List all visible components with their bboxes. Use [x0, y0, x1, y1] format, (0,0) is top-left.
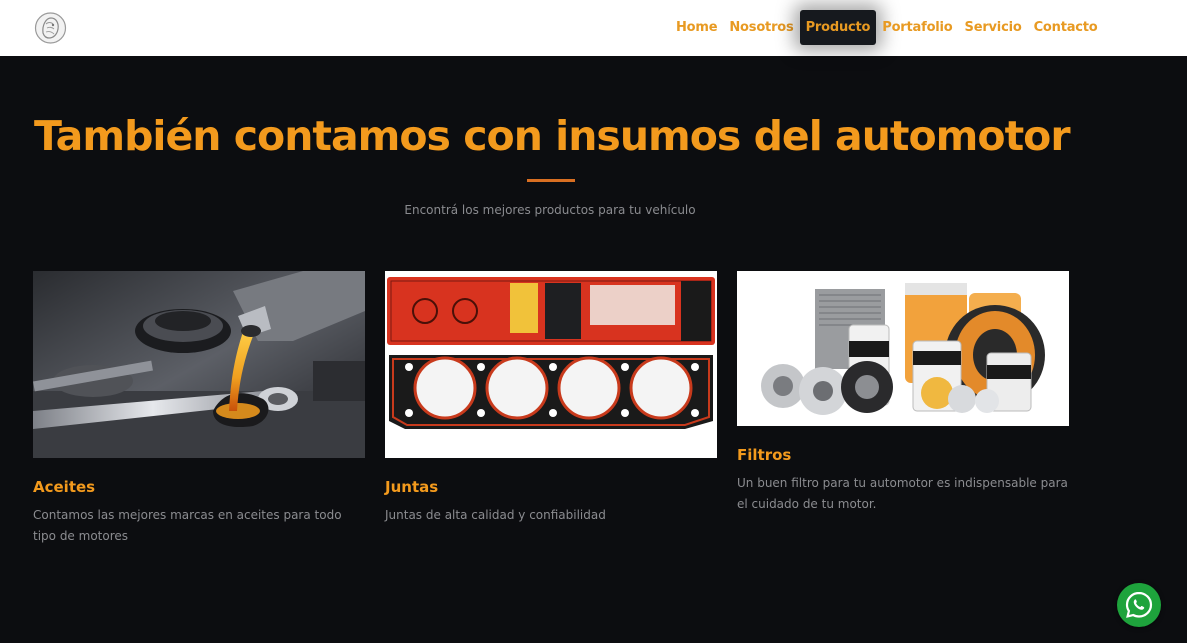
- nav-servicio[interactable]: Servicio: [959, 10, 1028, 45]
- main-nav: Home Nosotros Producto Portafolio Servic…: [670, 10, 1104, 45]
- card-title-juntas: Juntas: [385, 478, 439, 496]
- product-card-aceites: Aceites Contamos las mejores marcas en a…: [33, 271, 365, 547]
- section-subtitle: Encontrá los mejores productos para tu v…: [404, 203, 696, 217]
- filters-assortment-image: [737, 271, 1069, 426]
- title-divider: [527, 179, 575, 182]
- card-text-aceites: Contamos las mejores marcas en aceites p…: [33, 508, 342, 543]
- card-text-filtros: Un buen filtro para tu automotor es indi…: [737, 476, 1068, 511]
- whatsapp-button[interactable]: [1117, 583, 1161, 627]
- whatsapp-icon: [1125, 591, 1153, 618]
- navbar: Home Nosotros Producto Portafolio Servic…: [0, 0, 1187, 56]
- nav-nosotros[interactable]: Nosotros: [723, 10, 799, 45]
- oil-pour-engine-image: [33, 271, 365, 458]
- card-title-aceites: Aceites: [33, 478, 96, 496]
- head-gasket-image: [385, 271, 717, 458]
- product-card-filtros: Filtros Un buen filtro para tu automotor…: [737, 271, 1069, 515]
- nav-producto[interactable]: Producto: [799, 10, 877, 45]
- nav-portafolio[interactable]: Portafolio: [876, 10, 958, 45]
- card-title-filtros: Filtros: [737, 446, 792, 464]
- section-title: También contamos con insumos del automot…: [34, 112, 1071, 160]
- lion-crest-logo[interactable]: [34, 11, 67, 45]
- product-card-juntas: Juntas Juntas de alta calidad y confiabi…: [385, 271, 717, 526]
- card-text-juntas: Juntas de alta calidad y confiabilidad: [385, 508, 606, 522]
- nav-contacto[interactable]: Contacto: [1028, 10, 1104, 45]
- nav-home[interactable]: Home: [670, 10, 723, 45]
